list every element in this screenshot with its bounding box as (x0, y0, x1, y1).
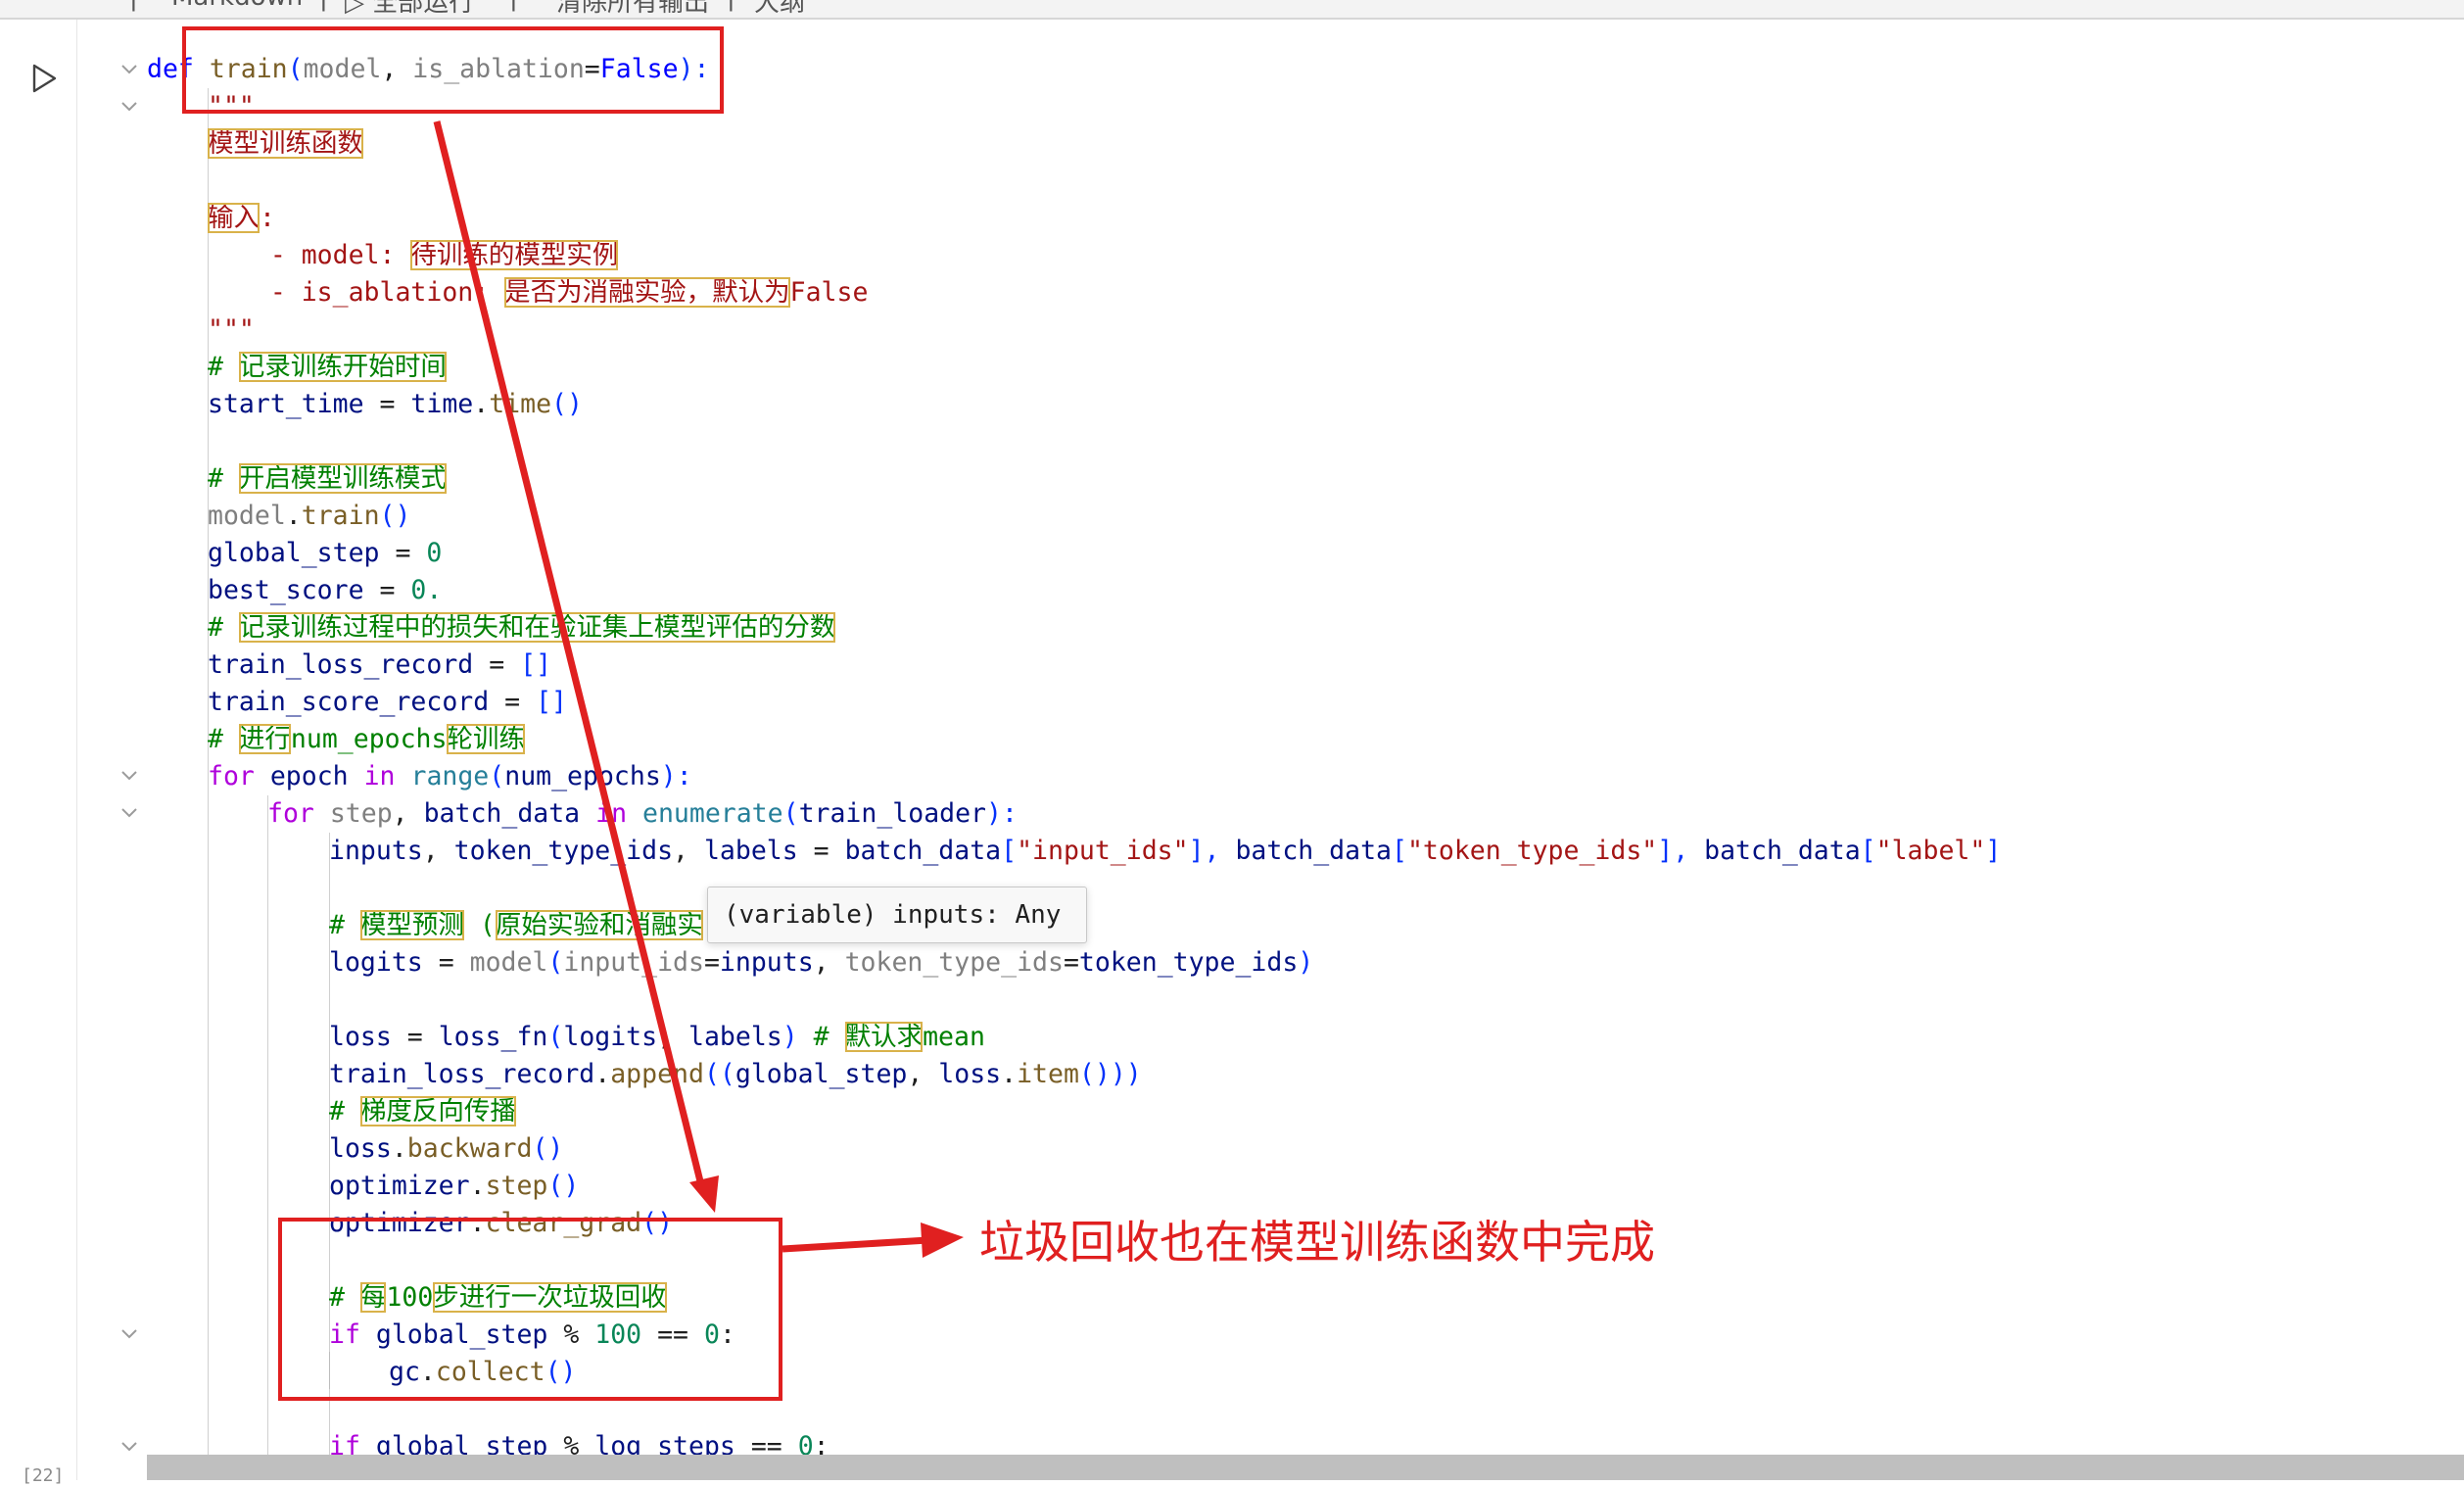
arrow-head-icon (921, 1222, 964, 1258)
annotation-arrow-down (433, 120, 707, 1194)
annotation-arrow-right (782, 1236, 929, 1253)
arrow-head-icon (689, 1175, 719, 1213)
annotation-label: 垃圾回收也在模型训练函数中完成 (979, 1216, 1655, 1269)
